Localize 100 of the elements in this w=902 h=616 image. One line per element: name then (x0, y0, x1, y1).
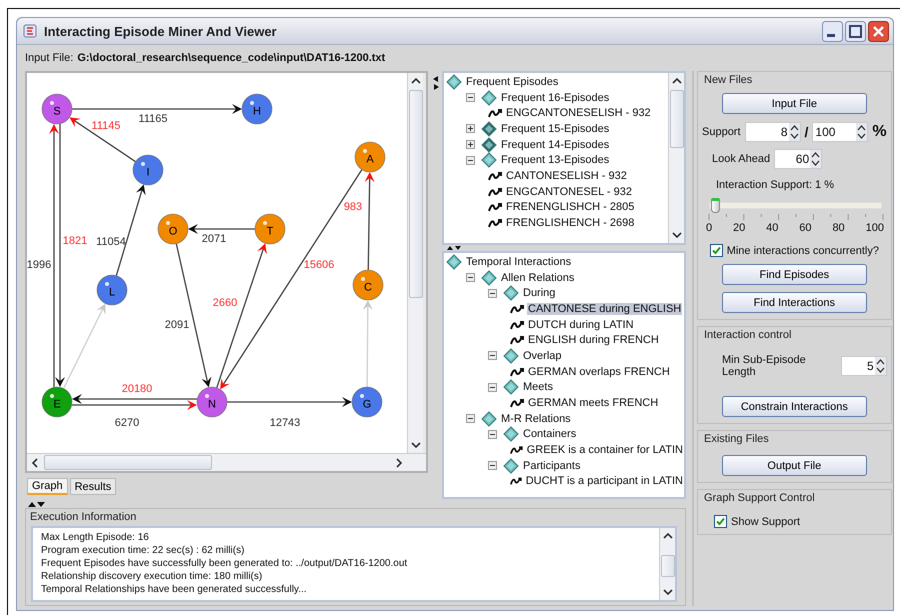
total-spinner[interactable]: 100 (812, 122, 868, 142)
tree-item[interactable]: CANTONESE during ENGLISH (527, 302, 682, 315)
view-tab[interactable]: Graph (27, 478, 68, 495)
tree-item[interactable]: Temporal Interactions (465, 256, 572, 268)
interaction-support-label: Interaction Support: 1 % (715, 179, 834, 191)
diamond-icon (481, 152, 497, 168)
edge-weight: 15606 (304, 259, 334, 271)
maximize-button[interactable] (845, 20, 866, 42)
checkbox[interactable] (710, 244, 723, 257)
graph-node[interactable]: A (354, 142, 386, 172)
tree-toggle-icon[interactable] (488, 351, 497, 360)
diamond-icon (481, 90, 497, 106)
slider-track[interactable] (709, 198, 882, 213)
tree-item[interactable]: M-R Relations (500, 412, 572, 425)
tree-item[interactable]: FRENENGLISHCH - 2805 (505, 201, 636, 214)
output-file-button[interactable]: Output File (722, 455, 867, 476)
tree-item[interactable]: Meets (522, 381, 554, 394)
splitter-arrows-icon[interactable] (446, 245, 462, 251)
diamond-icon (503, 426, 519, 442)
look-ahead-label: Look Ahead (712, 153, 770, 165)
tree-toggle-icon[interactable] (488, 382, 497, 392)
tree-item[interactable]: Frequent 14-Episodes (500, 138, 610, 151)
squiggle-icon (488, 186, 502, 198)
edge-weight: 12743 (270, 417, 300, 429)
edge-weight: 2660 (212, 297, 238, 309)
tree-toggle-icon[interactable] (466, 140, 475, 150)
splitter-arrows-icon[interactable] (27, 501, 45, 508)
vertical-scrollbar[interactable] (668, 73, 684, 243)
log-line: Frequent Episodes have successfully been generated to: ../output/DAT16-1200.out (41, 558, 408, 571)
checkbox-label[interactable]: Show Support (731, 516, 800, 528)
tree-toggle-icon[interactable] (488, 288, 497, 298)
graph-node[interactable]: G (352, 386, 382, 418)
tree-item[interactable]: Frequent 16-Episodes (500, 92, 610, 104)
graph-node[interactable]: N (196, 386, 228, 418)
diamond-icon (481, 120, 497, 137)
tree-item[interactable]: Allen Relations (500, 272, 576, 284)
separator: / (804, 124, 808, 140)
close-button[interactable] (868, 20, 889, 42)
input-file-button[interactable]: Input File (722, 93, 867, 114)
tree-item[interactable]: DUTCH during LATIN (527, 318, 635, 331)
look-ahead-spinner[interactable]: 60 (774, 149, 822, 169)
input-file-path: G:\doctoral_research\sequence_code\input\DAT16-1200.txt (77, 52, 386, 64)
tree-item[interactable]: Frequent 15-Episodes (500, 122, 610, 135)
tree-item[interactable]: GERMAN overlaps FRENCH (527, 366, 671, 378)
slider-thumb[interactable] (710, 198, 720, 213)
graph-node[interactable]: H (242, 94, 272, 124)
vertical-scrollbar[interactable] (659, 528, 675, 600)
tree-item[interactable]: Containers (522, 428, 578, 440)
min-length-label: Min Sub-Episode Length (722, 354, 807, 378)
graph-node[interactable]: O (158, 214, 188, 244)
tree-item[interactable]: During (522, 287, 556, 300)
tree-item[interactable]: Frequent 13-Episodes (500, 154, 610, 166)
tree-toggle-icon[interactable] (466, 156, 475, 165)
tree-toggle-icon[interactable] (488, 430, 497, 439)
tree-item[interactable]: CANTONESELISH - 932 (505, 170, 628, 182)
tree-item[interactable]: DUCHT is a participant in LATIN (524, 475, 684, 488)
edge-weight: 1821 (62, 235, 88, 247)
support-spinner[interactable]: 8 (744, 122, 801, 142)
squiggle-icon (510, 397, 524, 410)
tree-toggle-icon[interactable] (466, 93, 475, 102)
tree-item[interactable]: Frequent Episodes (465, 76, 560, 88)
splitter-arrows-icon[interactable] (432, 75, 440, 91)
diamond-icon (481, 136, 497, 153)
tree-item[interactable]: ENGLISH during FRENCH (527, 334, 660, 346)
tree-toggle-icon[interactable] (466, 124, 475, 134)
percent-unit: % (872, 123, 887, 141)
tree-item[interactable]: ENGCANTONESEL - 932 (505, 186, 633, 198)
squiggle-icon (488, 217, 502, 230)
tree-item[interactable]: Overlap (522, 350, 563, 362)
diamond-icon (503, 379, 519, 396)
checkbox-label[interactable]: Mine interactions concurrently? (726, 244, 879, 256)
vertical-scrollbar[interactable] (407, 73, 423, 453)
constrain-button[interactable]: Constrain Interactions (722, 396, 867, 417)
action-button[interactable]: Find Episodes (722, 264, 867, 285)
tree-toggle-icon[interactable] (488, 461, 497, 470)
minimize-button[interactable] (822, 20, 843, 42)
group-title: New Files (703, 73, 754, 88)
diamond-icon (503, 458, 519, 474)
tree-toggle-icon[interactable] (466, 414, 475, 424)
checkbox[interactable] (714, 515, 727, 528)
slider-tick-label: 100 (866, 222, 884, 234)
min-length-spinner[interactable]: 5 (840, 356, 887, 376)
tree-item[interactable]: GERMAN meets FRENCH (527, 397, 660, 410)
tree-item[interactable]: Participants (522, 460, 582, 472)
graph-node[interactable]: L (96, 274, 128, 306)
graph-node[interactable]: I (132, 154, 164, 186)
view-tab[interactable]: Results (70, 478, 116, 495)
tree-item[interactable]: GREEK is a container for LATIN (526, 444, 684, 456)
graph-node[interactable]: T (254, 214, 286, 244)
graph-node[interactable]: S (42, 94, 72, 124)
graph-node[interactable]: C (352, 270, 384, 300)
graph-node[interactable]: E (42, 386, 72, 418)
app-icon (23, 23, 39, 39)
tree-item[interactable]: FRENGLISHENCH - 2698 (505, 217, 636, 230)
horizontal-scrollbar[interactable] (27, 453, 426, 471)
input-file-label: Input File: (25, 52, 74, 64)
squiggle-icon (510, 302, 524, 315)
tree-item[interactable]: ENGCANTONESELISH - 932 (505, 107, 652, 120)
action-button[interactable]: Find Interactions (722, 292, 867, 313)
tree-toggle-icon[interactable] (466, 273, 475, 282)
